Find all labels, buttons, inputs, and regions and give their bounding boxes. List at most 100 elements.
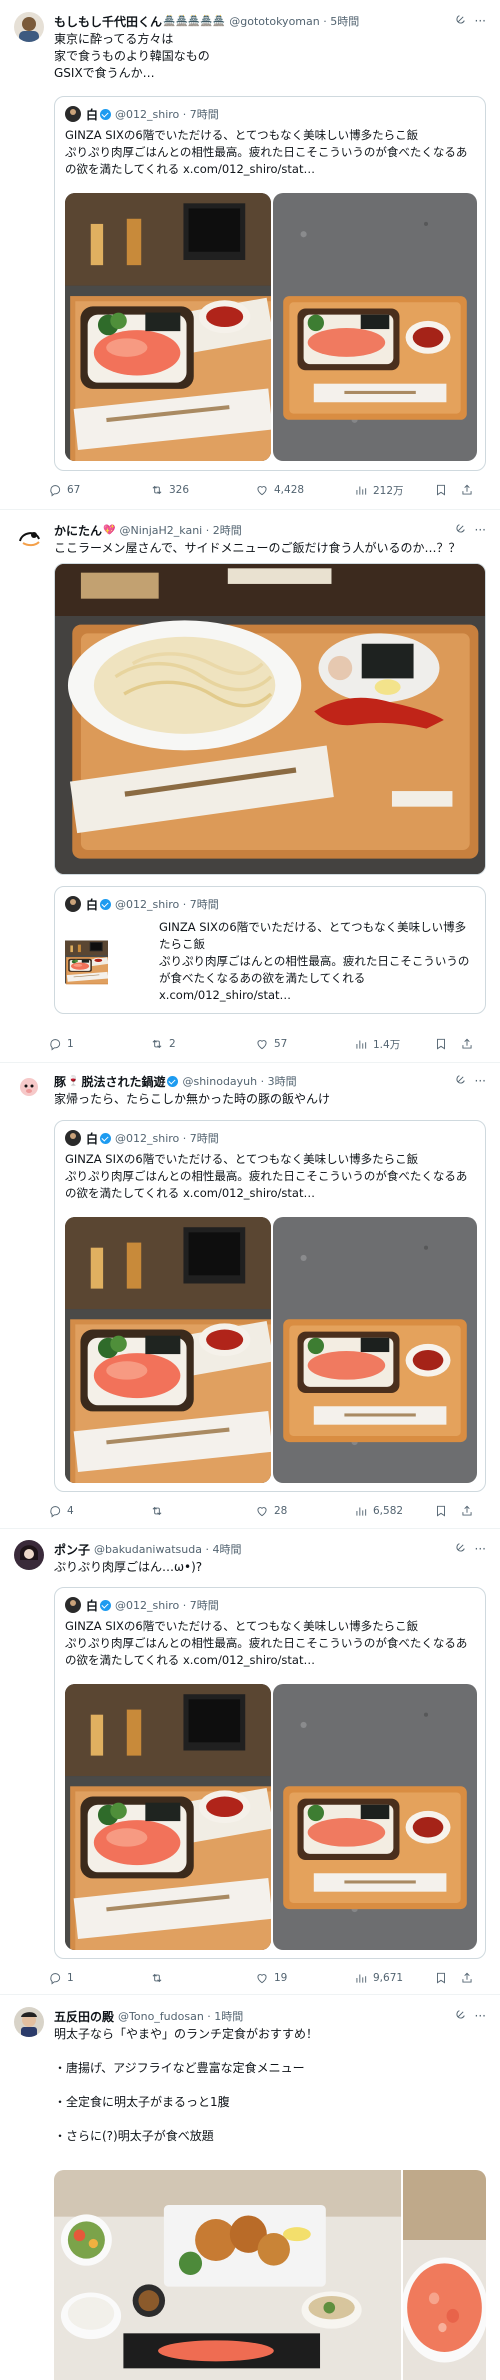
more-options-icon[interactable]: ··· — [475, 2009, 486, 2023]
quoted-name: 白 — [86, 1131, 99, 1146]
more-options-icon[interactable]: ··· — [475, 1542, 486, 1556]
handle-time[interactable]: @Tono_fudosan · 1時間 — [118, 2008, 243, 2024]
bookmark-button[interactable] — [434, 1971, 448, 1985]
views-button[interactable]: 9,671 — [354, 1971, 403, 1985]
quoted-tweet[interactable]: 白 @012_shiro · 7時間 GINZA SIXの6階でいただける、とて… — [54, 886, 486, 1014]
quoted-tweet[interactable]: 白 @012_shiro · 7時間 GINZA SIXの6階でいただける、とて… — [54, 1587, 486, 1959]
grok-icon[interactable] — [454, 1073, 467, 1089]
like-icon — [255, 1504, 269, 1518]
views-button[interactable]: 6,582 — [354, 1504, 403, 1518]
like-button[interactable]: 57 — [255, 1037, 287, 1051]
action-bar: 4 28 6,582 — [48, 1502, 486, 1520]
handle-time[interactable]: @gototokyoman · 5時間 — [229, 13, 359, 29]
tweet-photo-2[interactable] — [403, 2170, 486, 2380]
views-count: 1.4万 — [373, 1038, 401, 1051]
quoted-photo-1[interactable] — [65, 1684, 271, 1950]
display-name[interactable]: 五反田の殿 — [54, 2008, 114, 2024]
reply-icon — [48, 1037, 62, 1051]
action-bar: 1 2 57 1.4万 — [48, 1035, 486, 1053]
views-icon — [354, 1037, 368, 1051]
tweet-card[interactable]: 五反田の殿 @Tono_fudosan · 1時間 ··· 明太子なら「やまや」… — [0, 1996, 500, 2380]
like-icon — [255, 1037, 269, 1051]
action-bar: 1 19 9,671 — [48, 1969, 486, 1987]
tweet-photo[interactable] — [54, 563, 486, 875]
share-button[interactable] — [460, 1504, 474, 1518]
quoted-text: GINZA SIXの6階でいただける、とてつもなく美味しい博多たらこ飯 ぷりぷり… — [159, 920, 470, 1002]
thumbnail-right — [109, 919, 151, 1005]
quoted-text: GINZA SIXの6階でいただける、とてつもなく美味しい博多たらこ飯 ぷりぷり… — [65, 1152, 468, 1200]
quoted-photo-1[interactable] — [65, 1217, 271, 1483]
reply-button[interactable]: 1 — [48, 1037, 74, 1051]
tweet-card[interactable]: ポン子 @bakudaniwatsuda · 4時間 ··· ぷりぷり肉厚ごはん… — [0, 1530, 500, 1995]
quoted-tweet[interactable]: 白 @012_shiro · 7時間 GINZA SIXの6階でいただける、とて… — [54, 96, 486, 471]
quoted-photo-2[interactable] — [273, 193, 477, 461]
grok-icon[interactable] — [454, 2008, 467, 2024]
tray-topdown-photo — [273, 1217, 477, 1483]
quoted-photo-1[interactable] — [65, 193, 271, 461]
share-icon — [460, 483, 474, 497]
display-name[interactable]: 豚 — [54, 1073, 66, 1089]
quoted-photo-2[interactable] — [273, 1217, 477, 1483]
quoted-handle-time: @012_shiro · 7時間 — [115, 108, 219, 121]
share-button[interactable] — [460, 1037, 474, 1051]
bookmark-button[interactable] — [434, 1037, 448, 1051]
grok-icon[interactable] — [454, 13, 467, 29]
tweet-card[interactable]: かにたん 💖 @NinjaH2_kani · 2時間 ··· ここラーメン屋さん… — [0, 511, 500, 1063]
share-button[interactable] — [460, 1971, 474, 1985]
like-count: 4,428 — [274, 484, 305, 496]
grok-icon[interactable] — [454, 1541, 467, 1557]
tweet-card[interactable]: もしもし千代田くん 🏯🏯🏯🏯🏯 @gototokyoman · 5時間 ··· … — [0, 0, 500, 510]
grok-icon[interactable] — [454, 522, 467, 538]
more-options-icon[interactable]: ··· — [475, 1074, 486, 1088]
verified-badge-icon — [167, 1075, 179, 1087]
quoted-avatar — [65, 896, 81, 912]
reply-icon — [48, 1504, 62, 1518]
handle-time[interactable]: @shinodayuh · 3時間 — [182, 1073, 296, 1089]
more-options-icon[interactable]: ··· — [475, 523, 486, 537]
tweet-card[interactable]: 豚 🍷 脱法された鍋遊 @shinodayuh · 3時間 ··· 家帰ったら、… — [0, 1064, 500, 1529]
quoted-handle-time: @012_shiro · 7時間 — [115, 898, 219, 911]
more-options-icon[interactable]: ··· — [475, 14, 486, 28]
views-count: 9,671 — [373, 1972, 404, 1984]
display-name[interactable]: ポン子 — [54, 1541, 90, 1557]
avatar[interactable] — [14, 521, 44, 551]
quoted-header: 白 @012_shiro · 7時間 — [65, 1130, 219, 1146]
display-name-suffix[interactable]: 脱法された鍋遊 — [81, 1073, 165, 1089]
quoted-photo-2[interactable] — [273, 1684, 477, 1950]
retweet-button[interactable] — [150, 1504, 169, 1518]
handle-time[interactable]: @NinjaH2_kani · 2時間 — [119, 522, 241, 538]
retweet-button[interactable]: 2 — [150, 1037, 176, 1051]
tweet-photo-1[interactable] — [54, 2170, 401, 2380]
display-name[interactable]: かにたん — [54, 522, 102, 538]
reply-button[interactable]: 1 — [48, 1971, 74, 1985]
views-button[interactable]: 212万 — [354, 483, 404, 498]
avatar[interactable] — [14, 2007, 44, 2037]
quoted-thumbnail[interactable] — [65, 919, 151, 1005]
tweet-text: ここラーメン屋さんで、サイドメニューのご飯だけ食う人がいるのか…？？ — [54, 541, 461, 555]
avatar[interactable] — [14, 1073, 44, 1103]
quoted-name: 白 — [86, 107, 99, 122]
handle-time[interactable]: @bakudaniwatsuda · 4時間 — [94, 1541, 241, 1557]
like-button[interactable]: 28 — [255, 1504, 287, 1518]
quoted-avatar — [65, 1130, 81, 1146]
views-button[interactable]: 1.4万 — [354, 1037, 400, 1052]
like-button[interactable]: 4,428 — [255, 483, 304, 497]
display-name[interactable]: もしもし千代田くん — [54, 13, 162, 29]
quoted-tweet[interactable]: 白 @012_shiro · 7時間 GINZA SIXの6階でいただける、とて… — [54, 1120, 486, 1492]
reply-button[interactable]: 4 — [48, 1504, 74, 1518]
tweet-header: ポン子 @bakudaniwatsuda · 4時間 ··· — [54, 1541, 486, 1557]
bookmark-button[interactable] — [434, 483, 448, 497]
avatar[interactable] — [14, 1540, 44, 1570]
share-button[interactable] — [460, 483, 474, 497]
retweet-button[interactable] — [150, 1971, 169, 1985]
verified-badge-icon — [100, 108, 112, 120]
avatar[interactable] — [14, 12, 44, 42]
avatar-image — [14, 1073, 44, 1103]
like-count: 57 — [274, 1038, 288, 1050]
mentaiko-bowl-photo — [65, 1684, 271, 1950]
like-button[interactable]: 19 — [255, 1971, 287, 1985]
share-icon — [460, 1504, 474, 1518]
reply-button[interactable]: 67 — [48, 483, 80, 497]
retweet-button[interactable]: 326 — [150, 483, 189, 497]
bookmark-button[interactable] — [434, 1504, 448, 1518]
